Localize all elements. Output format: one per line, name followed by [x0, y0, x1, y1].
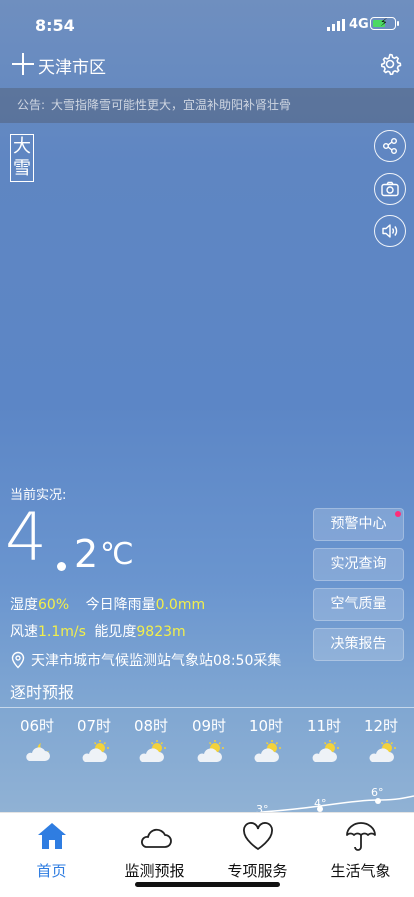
air-quality-button[interactable]: 空气质量	[313, 588, 404, 621]
hour-label: 10时	[248, 717, 284, 735]
tab-monitor-forecast-label: 监测预报	[124, 862, 185, 880]
notice-text: 大雪指降雪可能性更大，宜温补助阳补肾壮骨	[51, 98, 292, 112]
rain-value: 0.0mm	[155, 597, 206, 613]
camera-button[interactable]	[374, 173, 406, 205]
hourly-title: 逐时预报	[10, 683, 75, 702]
alert-dot	[395, 511, 401, 517]
hourly-temp-chart: 3° 4° 6°	[256, 786, 414, 812]
hour-label: 06时	[19, 717, 55, 735]
hour-label: 12时	[363, 717, 399, 735]
visibility-value: 9823m	[136, 624, 186, 640]
tab-home-label: 首页	[36, 862, 67, 880]
moon-cloud-icon	[26, 743, 50, 761]
wind-label: 风速	[10, 624, 38, 640]
network-label: 4G	[349, 17, 369, 32]
notice-bar[interactable]: 公告: 大雪指降雪可能性更大，宜温补助阳补肾壮骨	[0, 88, 414, 123]
hour-label: 08时	[133, 717, 169, 735]
hour-label: 09时	[191, 717, 227, 735]
temp-label: 4°	[314, 797, 327, 810]
temperature-unit: ℃	[100, 537, 134, 572]
city-name[interactable]: 天津市区	[38, 53, 106, 78]
hourly-divider	[0, 707, 414, 708]
decision-report-button[interactable]: 决策报告	[313, 628, 404, 661]
temperature-decimal: 2	[74, 532, 99, 576]
temp-label: 6°	[371, 786, 384, 799]
rain-label: 今日降雨量	[85, 597, 156, 613]
home-indicator[interactable]	[135, 882, 280, 887]
humidity-row: 湿度60% 今日降雨量0.0mm	[10, 594, 205, 614]
status-time: 8:54	[35, 16, 75, 35]
tab-life-weather-label: 生活气象	[330, 862, 391, 880]
location-icon	[11, 651, 25, 669]
sun-cloud-icon	[254, 740, 281, 762]
sound-button[interactable]	[374, 215, 406, 247]
station-row: 天津市城市气候监测站气象站08:50采集	[10, 650, 281, 670]
signal-icon	[327, 19, 345, 31]
camera-icon	[381, 181, 399, 197]
temperature-decimal-point	[57, 562, 66, 571]
visibility-label: 能见度	[94, 624, 137, 640]
sun-cloud-icon	[139, 740, 166, 762]
sun-cloud-icon	[369, 740, 396, 762]
notice-label: 公告:	[17, 98, 46, 112]
home-icon	[38, 823, 66, 849]
share-icon	[383, 138, 397, 154]
weather-stamp: 大 雪	[10, 134, 34, 182]
umbrella-icon	[346, 822, 376, 851]
sun-cloud-icon	[82, 740, 109, 762]
speaker-icon	[382, 224, 398, 238]
wind-row: 风速1.1m/s 能见度9823m	[10, 621, 186, 641]
share-button[interactable]	[374, 130, 406, 162]
hour-label: 07时	[76, 717, 112, 735]
stamp-char-1: 大	[13, 136, 31, 157]
live-query-button[interactable]: 实况查询	[313, 548, 404, 581]
humidity-label: 湿度	[10, 597, 38, 613]
sun-cloud-icon	[197, 740, 224, 762]
station-text: 天津市城市气候监测站气象站08:50采集	[31, 653, 282, 669]
stamp-char-2: 雪	[13, 158, 31, 179]
sun-cloud-icon	[312, 740, 339, 762]
tab-special-service-label: 专项服务	[227, 862, 288, 880]
battery-icon: ⚡	[370, 16, 396, 30]
humidity-value: 60%	[38, 597, 70, 613]
battery-tip	[397, 21, 399, 26]
hour-label: 11时	[306, 717, 342, 735]
heart-icon	[243, 822, 273, 851]
wind-value: 1.1m/s	[38, 624, 86, 640]
gear-icon[interactable]	[378, 52, 402, 76]
temperature-integer: 4	[5, 499, 47, 576]
cloud-icon	[141, 828, 172, 848]
add-city-icon[interactable]	[12, 53, 34, 75]
warning-center-button[interactable]: 预警中心	[313, 508, 404, 541]
temp-label: 3°	[256, 803, 269, 812]
